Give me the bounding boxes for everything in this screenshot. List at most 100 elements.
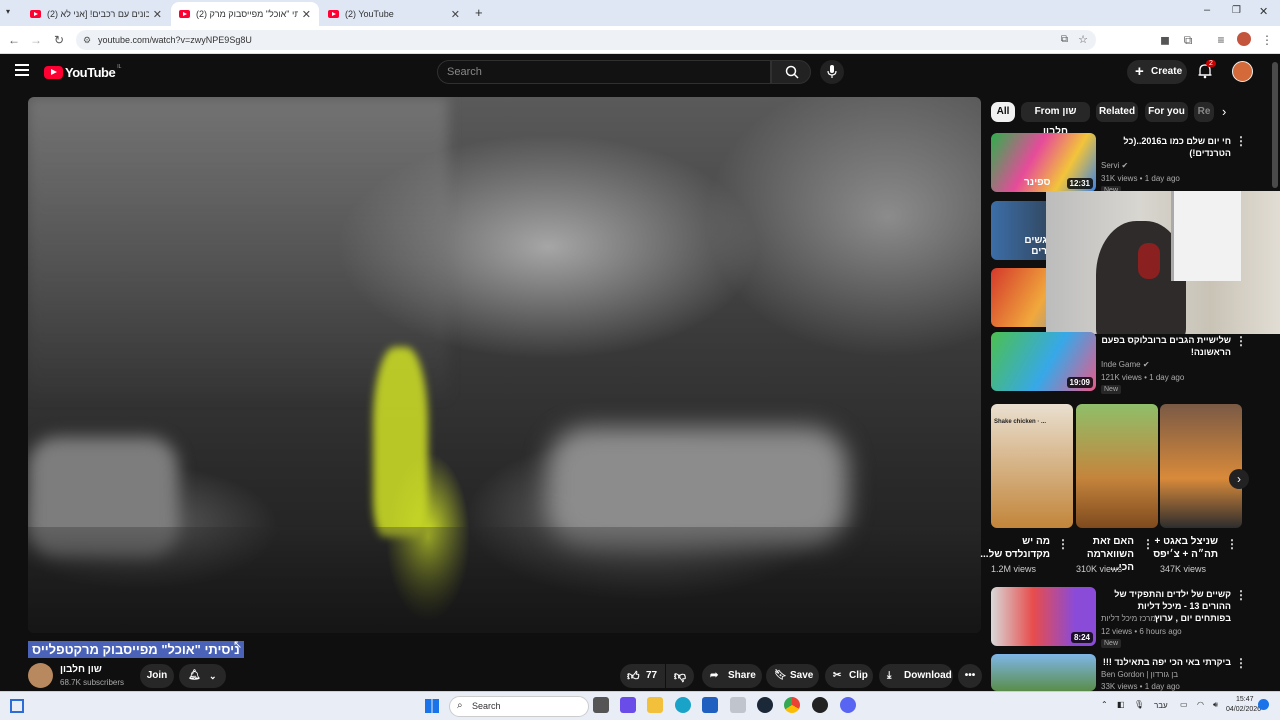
video-thumbnail[interactable] — [991, 654, 1096, 691]
extension-icon[interactable]: ◼ — [1157, 32, 1173, 48]
guide-menu-icon[interactable] — [15, 64, 29, 76]
site-info-icon[interactable]: ⚙ — [83, 30, 91, 50]
youtube-logo[interactable]: YouTube IL — [44, 64, 121, 80]
dislike-button[interactable]: 👎︎ — [666, 664, 694, 688]
share-button[interactable]: ➦ Share — [702, 664, 762, 688]
channel-name[interactable]: Servi ✔ — [1101, 161, 1128, 170]
short-title[interactable]: שניצל באגט + תה״ה + צ׳יפס — [1148, 535, 1218, 561]
tab-title: (2) מתכונים עם רכבים! [אני לא — [47, 9, 149, 19]
forward-icon[interactable]: → — [28, 32, 44, 48]
shorts-next-button[interactable]: › — [1229, 469, 1249, 489]
taskbar-search-input[interactable]: Search — [449, 696, 589, 717]
reload-icon[interactable]: ↻ — [51, 32, 67, 48]
store-icon[interactable] — [702, 697, 718, 713]
short-thumbnail[interactable]: Shake chicken · ... — [991, 404, 1073, 528]
more-actions-button[interactable]: ••• — [958, 664, 982, 688]
close-tab-icon[interactable]: ✕ — [451, 8, 460, 21]
install-app-icon[interactable]: ⧉ — [1061, 30, 1068, 50]
clock-time[interactable]: 15:47 — [1236, 696, 1254, 703]
short-views: 1.2M views — [991, 564, 1037, 574]
clock-date[interactable]: 04/02/2026 — [1226, 706, 1261, 713]
youtube-favicon-icon — [30, 10, 41, 18]
video-title[interactable]: ביקרתי באי הכי יפה בתאילנד !!! — [1101, 656, 1231, 668]
video-player[interactable] — [28, 97, 981, 633]
channel-name[interactable]: שון חלבון — [60, 664, 102, 675]
tab-search-icon[interactable]: ▾ — [6, 7, 18, 19]
more-vertical-icon[interactable]: ⋮ — [1226, 537, 1238, 551]
video-thumbnail[interactable]: 19:09 — [991, 332, 1096, 391]
search-input[interactable]: Search — [437, 60, 771, 84]
chat-icon[interactable] — [620, 697, 636, 713]
steam-icon[interactable] — [757, 697, 773, 713]
browser-menu-icon[interactable]: ⋮ — [1259, 32, 1275, 48]
browser-tab-1[interactable]: (2) מתכונים עם רכבים! [אני לא ✕ — [22, 2, 170, 26]
short-title[interactable]: מה יש מקדונלדס של... — [980, 535, 1050, 561]
address-bar[interactable]: ⚙ youtube.com/watch?v=zwyNPE9Sg8U ⧉ ☆ — [76, 30, 1096, 50]
microphone-icon[interactable]: 🎙︎ — [1134, 700, 1144, 709]
file-explorer-icon[interactable] — [593, 697, 609, 713]
media-controls-icon[interactable]: ≡ — [1213, 32, 1229, 48]
browser-tab-2[interactable]: (2) ניסיתי "אוכל" מפייסבוק מרק ✕ — [171, 2, 319, 26]
close-window-icon[interactable]: ✕ — [1259, 5, 1268, 18]
channel-name[interactable]: מרכז מיכל דליות — [1101, 614, 1156, 623]
channel-avatar[interactable] — [28, 663, 53, 688]
youtube-logo-icon — [44, 66, 63, 79]
chrome-icon[interactable] — [784, 697, 800, 713]
more-vertical-icon[interactable]: ⋮ — [1235, 588, 1247, 602]
video-title[interactable]: שלישיית הגבים ברובלוקס בפעם הראשונה! — [1101, 334, 1231, 358]
video-thumbnail[interactable]: ספינר 12:31 — [991, 133, 1096, 192]
short-thumbnail[interactable] — [1160, 404, 1242, 528]
recording-app-icon[interactable] — [812, 697, 828, 713]
join-button[interactable]: Join — [140, 664, 174, 688]
notifications-button[interactable]: 2 — [1197, 60, 1216, 81]
subscribed-notifications-button[interactable]: 🔔︎ ⌄ — [179, 664, 226, 688]
voice-search-button[interactable] — [820, 60, 844, 84]
create-button[interactable]: + Create — [1127, 60, 1187, 84]
video-thumbnail[interactable]: 8:24 — [991, 587, 1096, 646]
edge-icon[interactable] — [675, 697, 691, 713]
folder-icon[interactable] — [647, 697, 663, 713]
download-button[interactable]: ⤓ Download — [879, 664, 953, 688]
task-view-icon[interactable] — [10, 699, 24, 713]
chip-for-you[interactable]: For you — [1145, 102, 1188, 122]
back-icon[interactable]: ← — [6, 32, 22, 48]
search-button[interactable] — [771, 60, 811, 84]
extensions-puzzle-icon[interactable]: ⧉ — [1180, 32, 1196, 48]
close-tab-icon[interactable]: ✕ — [302, 8, 311, 21]
wifi-icon[interactable]: ◠ — [1197, 700, 1204, 709]
minimize-window-icon[interactable]: – — [1204, 4, 1210, 16]
more-vertical-icon[interactable]: ⋮ — [1235, 134, 1247, 148]
account-avatar[interactable] — [1232, 61, 1253, 82]
volume-icon[interactable]: 🔊︎ — [1213, 700, 1218, 710]
network-icon[interactable]: ◧ — [1117, 700, 1125, 709]
chevron-right-icon[interactable]: › — [1222, 104, 1226, 119]
new-tab-icon[interactable]: + — [475, 5, 483, 20]
more-vertical-icon[interactable]: ⋮ — [1235, 656, 1247, 670]
like-button[interactable]: 👍︎ 77 — [620, 664, 665, 688]
profile-avatar[interactable] — [1237, 32, 1251, 46]
browser-tab-3[interactable]: (2) YouTube ✕ — [320, 2, 468, 26]
chip-related[interactable]: Related — [1096, 102, 1138, 122]
channel-name[interactable]: Ben Gordon | בן גורדון — [1101, 670, 1178, 679]
clip-button[interactable]: ✂ Clip — [825, 664, 873, 688]
more-vertical-icon[interactable]: ⋮ — [1235, 334, 1247, 348]
chip-recent[interactable]: Re — [1194, 102, 1214, 122]
maximize-window-icon[interactable]: ❐ — [1232, 5, 1241, 16]
notification-center-icon[interactable] — [1258, 699, 1269, 710]
chip-all[interactable]: All — [991, 102, 1015, 122]
display-icon[interactable]: ▭ — [1180, 700, 1188, 709]
short-thumbnail[interactable] — [1076, 404, 1158, 528]
save-button[interactable]: 🔖︎ Save — [766, 664, 819, 688]
tray-chevron-icon[interactable]: ⌃ — [1101, 700, 1108, 709]
bookmark-star-icon[interactable]: ☆ — [1078, 30, 1088, 50]
app-icon[interactable] — [730, 697, 746, 713]
channel-name[interactable]: Inde Game ✔ — [1101, 360, 1150, 369]
video-title[interactable]: חי יום שלם כמו ב2016..(כל הטרנדים!) — [1101, 135, 1231, 159]
close-tab-icon[interactable]: ✕ — [153, 8, 162, 21]
page-scrollbar[interactable] — [1272, 62, 1278, 188]
windows-start-icon[interactable] — [425, 699, 439, 713]
discord-icon[interactable] — [840, 697, 856, 713]
browser-toolbar: ← → ↻ ⚙ youtube.com/watch?v=zwyNPE9Sg8U … — [0, 26, 1280, 54]
input-language[interactable]: עבר — [1154, 701, 1168, 710]
chip-from-channel[interactable]: From שון חלבון — [1021, 102, 1090, 137]
